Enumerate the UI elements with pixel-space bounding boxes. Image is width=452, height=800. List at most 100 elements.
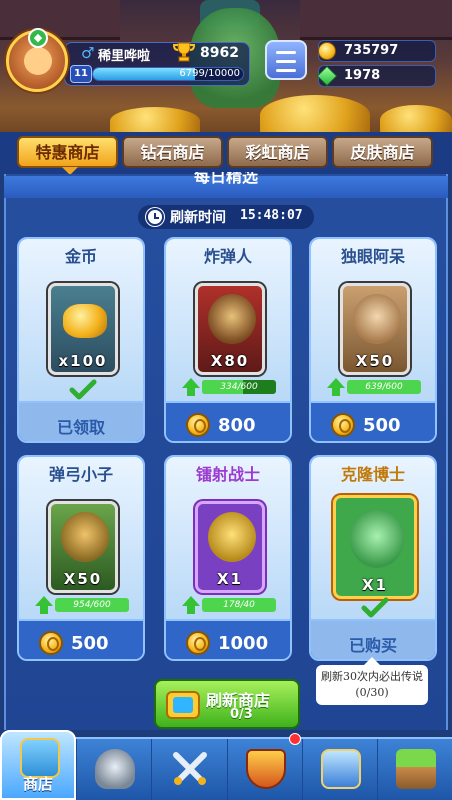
player-name: 稀里哗啦 xyxy=(98,49,151,64)
check-icon xyxy=(361,597,389,618)
avatar-face xyxy=(24,47,52,75)
video-ad-icon xyxy=(166,691,200,719)
tab-special-shop[interactable]: 特惠商店 xyxy=(17,136,118,168)
male-icon: ♂ xyxy=(81,44,95,62)
tab-diamond-shop[interactable]: 钻石商店 xyxy=(122,136,223,168)
item-frame: X50 xyxy=(48,501,118,593)
shop-item-card[interactable]: 炸弹人 X80 334/600 800 xyxy=(164,237,292,443)
upgrade-arrow-icon xyxy=(182,378,200,396)
tab-rainbow-shop[interactable]: 彩虹商店 xyxy=(227,136,328,168)
level-badge: 11 xyxy=(70,65,92,83)
fragment-count: 954/600 xyxy=(73,600,111,610)
card-body: 镭射战士 X1 178/40 xyxy=(166,457,290,619)
fragment-progress: 954/600 xyxy=(35,596,131,614)
clock-icon xyxy=(146,208,164,226)
fragment-count: 639/600 xyxy=(365,382,403,392)
nav-clan[interactable] xyxy=(227,739,303,800)
item-price: 800 xyxy=(218,415,256,436)
item-name: 镭射战士 xyxy=(195,465,260,484)
fragment-count: 178/40 xyxy=(223,600,255,610)
item-frame: x100 xyxy=(48,283,118,375)
item-quantity: X50 xyxy=(63,570,103,588)
item-price: 1000 xyxy=(218,633,269,654)
item-name: 炸弹人 xyxy=(203,247,252,266)
upgrade-arrow-icon xyxy=(327,378,345,396)
item-status: 已购买 xyxy=(348,636,397,655)
refresh-shop-count: 0/3 xyxy=(230,707,253,722)
item-quantity: X80 xyxy=(210,352,250,370)
nav-social[interactable] xyxy=(302,739,378,800)
laser-warrior-icon xyxy=(208,512,256,562)
bookshelf xyxy=(300,0,452,40)
tooltip-progress: (0/30) xyxy=(355,686,389,699)
nav-battle[interactable] xyxy=(151,739,227,800)
item-frame: X1 xyxy=(195,501,265,593)
card-body: 克隆博士 X1 xyxy=(311,457,435,619)
menu-button[interactable] xyxy=(265,40,307,80)
refresh-time-label: 刷新时间 xyxy=(170,210,226,226)
coin-pile xyxy=(110,107,200,135)
shop-item-card[interactable]: 弹弓小子 X50 954/600 500 xyxy=(17,455,145,661)
tooltip-text: 刷新30次内必出传说 xyxy=(321,670,423,683)
item-frame: X80 xyxy=(195,283,265,375)
tab-skin-shop[interactable]: 皮肤商店 xyxy=(332,136,433,168)
item-name: 独眼阿呆 xyxy=(340,247,405,266)
upgrade-arrow-icon xyxy=(182,596,200,614)
card-body: 独眼阿呆 X50 639/600 xyxy=(311,239,435,401)
refresh-time-value: 15:48:07 xyxy=(240,208,303,223)
item-name: 克隆博士 xyxy=(340,465,405,484)
fragment-progress: 334/600 xyxy=(182,378,278,396)
cyclops-icon xyxy=(353,294,401,344)
nav-shop-label: 商店 xyxy=(22,775,53,793)
shop-item-card[interactable]: 金币 x100 已领取 xyxy=(17,237,145,443)
item-price: 500 xyxy=(363,415,401,436)
nav-shop[interactable]: 商店 xyxy=(0,730,76,800)
check-icon xyxy=(69,379,97,400)
slingshot-kid-icon xyxy=(61,512,109,562)
crossed-swords-icon xyxy=(173,752,207,785)
sprout-icon xyxy=(396,749,436,789)
fragment-progress: 639/600 xyxy=(327,378,423,396)
nav-garden[interactable] xyxy=(377,739,452,800)
shop-item-card[interactable]: 镭射战士 X1 178/40 1000 xyxy=(164,455,292,661)
trophy-icon xyxy=(173,42,195,62)
fragment-count: 334/600 xyxy=(220,382,258,392)
bomber-icon xyxy=(208,294,256,344)
coin-icon xyxy=(186,631,210,655)
fragment-progress: 178/40 xyxy=(182,596,278,614)
coin-icon xyxy=(39,631,63,655)
coin-icon xyxy=(186,413,210,437)
shop-item-card[interactable]: 克隆博士 X1 已购买 xyxy=(309,455,437,661)
bookshelf xyxy=(0,0,120,40)
card-footer: 已购买 xyxy=(311,619,435,659)
item-quantity: x100 xyxy=(58,352,108,370)
coin-icon xyxy=(331,413,355,437)
trophy-count: 8962 xyxy=(200,45,239,61)
item-frame: X1 xyxy=(333,495,417,599)
item-name: 金币 xyxy=(64,247,97,266)
legendary-guarantee-tooltip: 刷新30次内必出传说 (0/30) xyxy=(316,657,428,705)
card-footer[interactable]: 500 xyxy=(311,401,435,441)
coin-pile xyxy=(380,105,452,135)
card-footer[interactable]: 1000 xyxy=(166,619,290,659)
gem-balance: 1978 xyxy=(344,68,381,83)
section-title: 每日精选 xyxy=(193,172,258,186)
team-icon xyxy=(321,749,361,789)
card-body: 弹弓小子 X50 954/600 xyxy=(19,457,143,619)
card-body: 炸弹人 X80 334/600 xyxy=(166,239,290,401)
item-price: 500 xyxy=(71,633,109,654)
coin-icon xyxy=(318,42,336,60)
card-footer[interactable]: 800 xyxy=(166,401,290,441)
item-name: 弹弓小子 xyxy=(48,465,113,484)
upgrade-arrow-icon xyxy=(35,596,53,614)
avatar-rank-icon: ◆ xyxy=(28,28,48,48)
item-quantity: X1 xyxy=(361,576,388,594)
dr-clone-icon xyxy=(350,510,404,568)
crown-shield-icon xyxy=(246,749,286,789)
refresh-shop-button[interactable]: 刷新商店 0/3 xyxy=(154,679,300,729)
card-footer[interactable]: 500 xyxy=(19,619,143,659)
coin-pile-icon xyxy=(63,304,107,338)
nav-equipment[interactable] xyxy=(76,739,152,800)
shop-item-card[interactable]: 独眼阿呆 X50 639/600 500 xyxy=(309,237,437,443)
card-footer: 已领取 xyxy=(19,401,143,441)
